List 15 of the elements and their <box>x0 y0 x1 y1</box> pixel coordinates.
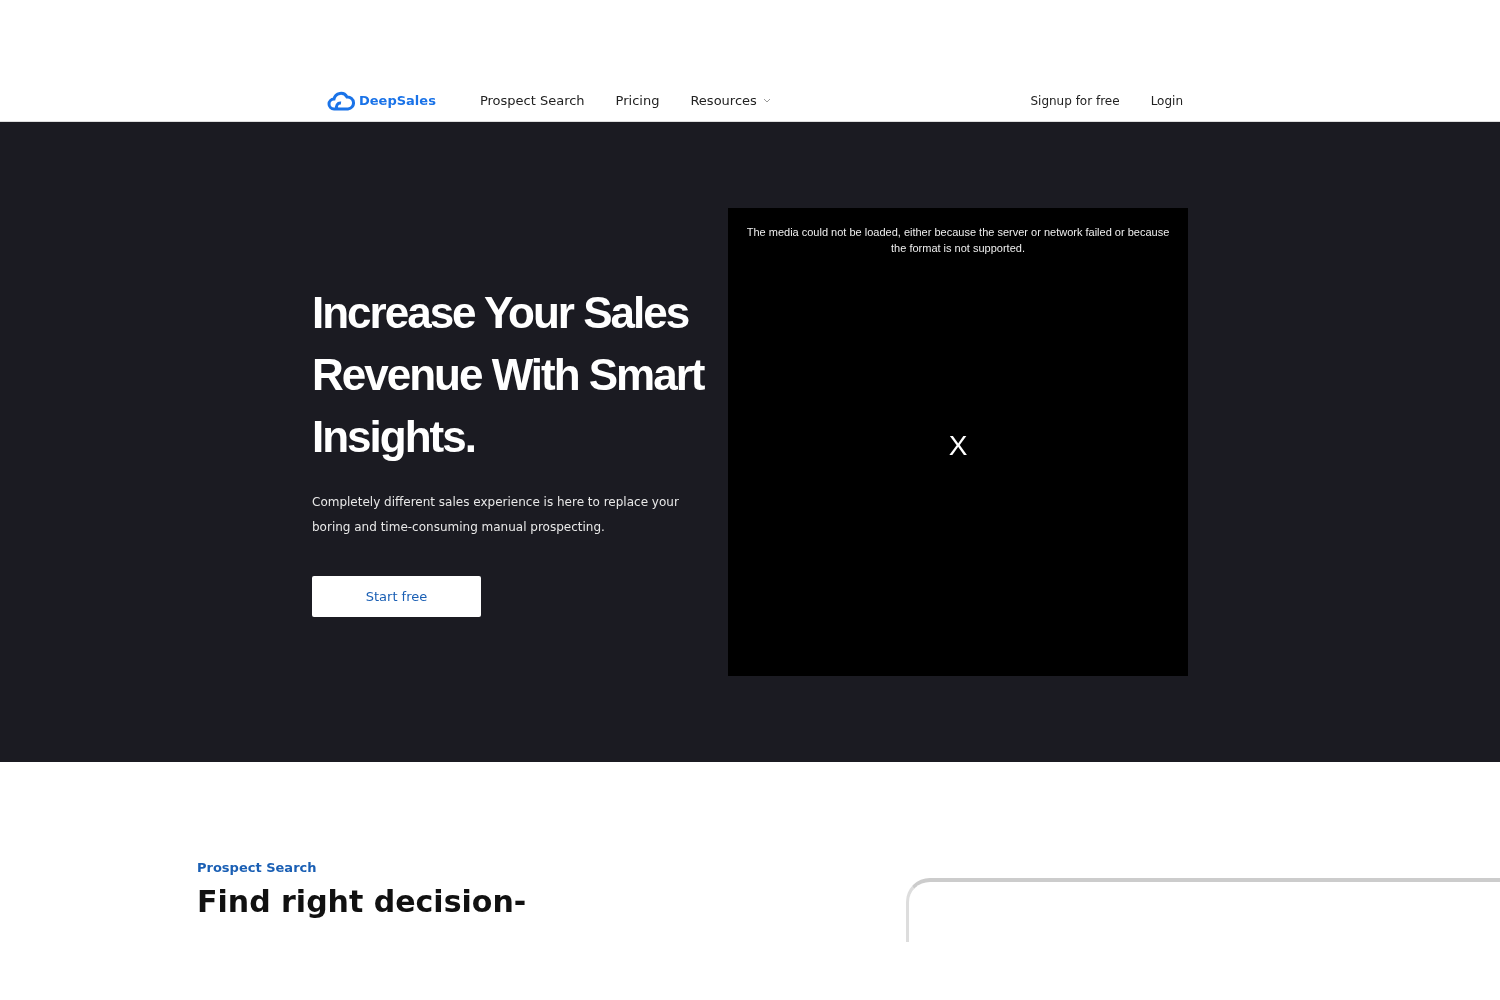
nav-link[interactable]: Prospect Search <box>479 93 585 108</box>
close-button[interactable]: X <box>948 430 968 462</box>
start-free-button[interactable]: Start free <box>312 576 481 617</box>
section-label: Prospect Search <box>197 860 318 875</box>
hero-subtitle: Completely different sales experience is here to replace your boring and time-consuming manual prospecting. <box>312 494 680 536</box>
cloud-logo-icon <box>327 89 355 112</box>
hero-title: Increase Your Sales Revenue With Smart Insights. <box>312 287 705 463</box>
nav-link[interactable]: Pricing <box>615 93 660 108</box>
brand-name[interactable]: DeepSales <box>359 93 436 108</box>
nav-dropdown[interactable]: Resources <box>690 93 771 108</box>
section-heading: Find right decision- <box>197 885 528 919</box>
chevron-down-icon <box>762 97 771 104</box>
nav-link[interactable]: Signup for free <box>1030 93 1120 108</box>
nav-link[interactable]: Login <box>1150 93 1183 108</box>
error-message: The media could not be loaded, either because the server or network failed or because the format is not supported. <box>745 225 1171 256</box>
